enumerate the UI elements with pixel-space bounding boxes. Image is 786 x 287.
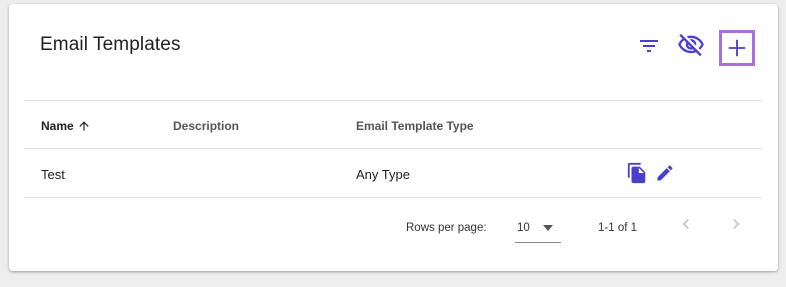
row-divider — [24, 197, 762, 198]
chevron-left-icon — [682, 219, 689, 229]
rows-per-page-label: Rows per page: — [406, 222, 487, 234]
edit-icon — [657, 165, 673, 181]
previous-page-button[interactable] — [673, 211, 699, 237]
column-header-template-type[interactable]: Email Template Type — [356, 119, 474, 133]
chevron-right-icon — [733, 219, 740, 229]
email-templates-card: Email Templates Name Description Email T… — [9, 4, 778, 271]
rows-per-page-value: 10 — [517, 222, 530, 234]
copy-template-button[interactable] — [625, 161, 649, 185]
column-header-description[interactable]: Description — [173, 119, 239, 133]
next-page-button[interactable] — [723, 211, 749, 237]
header-divider — [24, 100, 762, 101]
pagination-range: 1-1 of 1 — [598, 222, 637, 234]
filter-button[interactable] — [633, 30, 665, 62]
column-header-name[interactable]: Name — [41, 119, 91, 133]
toggle-columns-button[interactable] — [675, 29, 707, 61]
row-name-cell: Test — [41, 167, 65, 182]
caret-down-icon — [543, 225, 553, 231]
sort-ascending-icon — [79, 121, 89, 131]
page-title: Email Templates — [40, 34, 181, 55]
copy-icon — [627, 162, 646, 184]
add-template-button[interactable] — [719, 30, 755, 66]
filter-list-icon — [640, 40, 658, 52]
rows-per-page-select[interactable]: 10 — [515, 216, 561, 243]
table-header-divider — [24, 148, 762, 149]
edit-template-button[interactable] — [653, 161, 677, 185]
row-type-cell: Any Type — [356, 167, 410, 182]
visibility-off-icon — [678, 33, 704, 57]
plus-icon — [728, 39, 746, 57]
row-actions — [625, 161, 677, 185]
